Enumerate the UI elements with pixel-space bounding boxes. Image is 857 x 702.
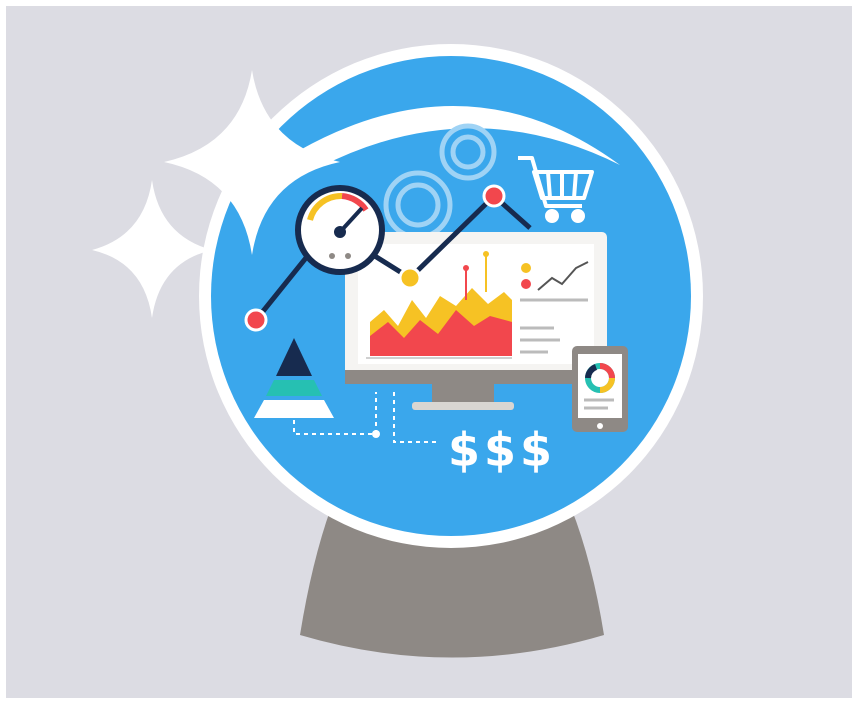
crystal-ball-illustration: $ $ $ bbox=[0, 0, 857, 702]
gauge-icon bbox=[295, 185, 385, 275]
illustration-canvas: $ $ $ bbox=[0, 0, 857, 702]
graph-point-red-top bbox=[482, 184, 506, 208]
connector-dot bbox=[372, 430, 380, 438]
dollar-signs: $ $ $ bbox=[448, 423, 552, 477]
dollar-sign-1: $ bbox=[448, 423, 480, 477]
dollar-sign-2: $ bbox=[484, 423, 516, 477]
graph-point-red bbox=[244, 308, 268, 332]
dollar-sign-3: $ bbox=[520, 423, 552, 477]
tablet-icon bbox=[572, 346, 628, 432]
graph-point-yellow bbox=[398, 266, 422, 290]
